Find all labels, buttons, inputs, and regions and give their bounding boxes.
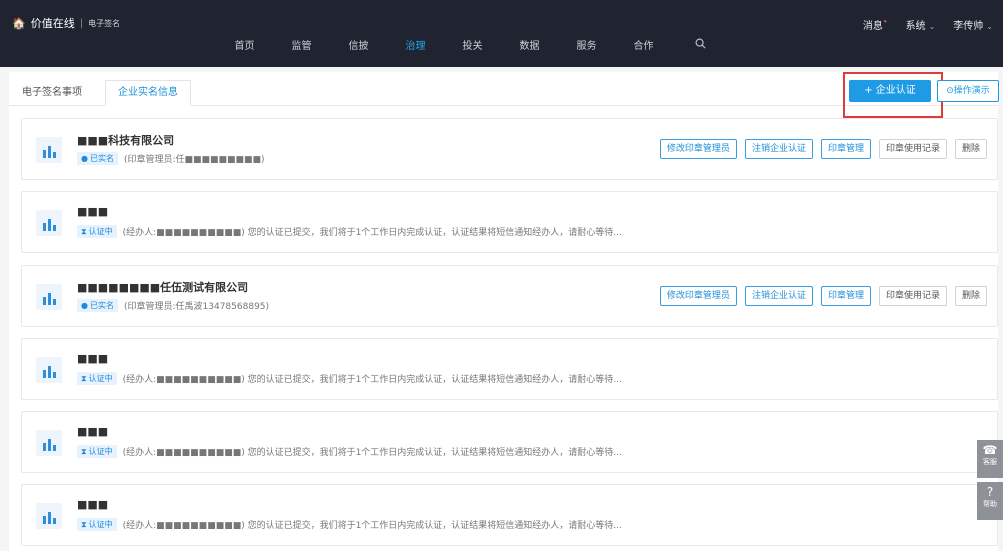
status-badge: ⧗ 认证中: [77, 225, 117, 238]
enterprise-card: ■■■ ⧗ 认证中 (经办人:■■■■■■■■■■) 您的认证已提交，我们将于1个工作…: [21, 191, 998, 253]
enterprise-name: ■■■: [77, 498, 109, 511]
enterprise-card: ■■■ ⧗ 认证中 (经办人:■■■■■■■■■■) 您的认证已提交，我们将于1个工作…: [21, 411, 998, 473]
system-menu[interactable]: 系统 ⌄: [906, 17, 936, 32]
chevron-down-icon: ⌄: [928, 22, 936, 31]
enterprise-detail: (经办人:■■■■■■■■■■) 您的认证已提交，我们将于1个工作日内完成认证，…: [122, 448, 622, 458]
enterprise-name: ■■■: [77, 352, 109, 365]
nav-governance[interactable]: 治理: [387, 33, 444, 61]
enterprise-name: ■■■科技有限公司: [77, 134, 175, 147]
hourglass-icon: ⧗: [81, 447, 87, 456]
seal-management-button[interactable]: 印章管理: [820, 139, 871, 159]
verified-icon: ●: [81, 301, 88, 310]
nav-disclosure[interactable]: 信披: [330, 33, 387, 61]
seal-usage-record-button[interactable]: 印章使用记录: [878, 139, 947, 159]
enterprise-meta: ● 已实名 (印章管理员:任■■■■■■■■■): [77, 152, 265, 165]
brand[interactable]: 🏠 价值在线 | 电子签名: [12, 15, 120, 31]
nav-service[interactable]: 服务: [558, 33, 615, 61]
nav-investor-relations[interactable]: 投关: [444, 33, 501, 61]
hourglass-icon: ⧗: [81, 227, 87, 236]
enterprise-detail: (经办人:■■■■■■■■■■) 您的认证已提交，我们将于1个工作日内完成认证，…: [122, 375, 622, 385]
top-navbar: 🏠 价值在线 | 电子签名 消息• 系统 ⌄ 李传帅 ⌄ 首页 监管 信披 治理 投…: [0, 0, 1003, 67]
status-label: 认证中: [88, 447, 113, 456]
building-icon: [36, 503, 62, 529]
status-label: 已实名: [89, 154, 114, 163]
status-label: 已实名: [89, 301, 114, 310]
operation-demo-button[interactable]: ⊙操作演示: [937, 80, 999, 102]
nav-data[interactable]: 数据: [501, 33, 558, 61]
main-panel: 电子签名事项 企业实名信息 + 企业认证 ⊙操作演示 ■■■科技有限公司 ● 已实名…: [9, 72, 999, 551]
hourglass-icon: ⧗: [81, 374, 87, 383]
seal-management-button[interactable]: 印章管理: [820, 286, 871, 306]
card-actions: 修改印章管理员 注销企业认证 印章管理 印章使用记录 删除: [659, 286, 987, 306]
enterprise-meta: ● 已实名 (印章管理员:任禹波13478568895): [77, 299, 269, 312]
status-badge: ● 已实名: [77, 152, 118, 165]
hourglass-icon: ⧗: [81, 520, 87, 529]
brand-separator: |: [79, 17, 84, 29]
status-badge: ⧗ 认证中: [77, 445, 117, 458]
enterprise-meta: ⧗ 认证中 (经办人:■■■■■■■■■■) 您的认证已提交，我们将于1个工作日内完…: [77, 372, 622, 385]
enterprise-detail: (印章管理员:任禹波13478568895): [123, 302, 270, 312]
verified-icon: ●: [81, 154, 88, 163]
building-icon: [36, 137, 62, 163]
status-badge: ⧗ 认证中: [77, 518, 117, 531]
delete-button[interactable]: 删除: [954, 286, 987, 306]
modify-seal-admin-button[interactable]: 修改印章管理员: [659, 286, 737, 306]
messages-menu[interactable]: 消息•: [863, 17, 888, 32]
enterprise-card: ■■■ ⧗ 认证中 (经办人:■■■■■■■■■■) 您的认证已提交，我们将于1个工作…: [21, 338, 998, 400]
delete-button[interactable]: 删除: [954, 139, 987, 159]
status-label: 认证中: [88, 227, 113, 236]
nav-cooperation[interactable]: 合作: [615, 33, 672, 61]
building-icon: [36, 357, 62, 383]
building-icon: [36, 210, 62, 236]
building-icon: [36, 430, 62, 456]
building-icon: [36, 284, 62, 310]
brand-name: 价值在线: [30, 17, 75, 30]
customer-service-icon: ☎: [982, 443, 998, 457]
enterprise-card: ■■■ ⧗ 认证中 (经办人:■■■■■■■■■■) 您的认证已提交，我们将于1个工作…: [21, 484, 998, 546]
tab-enterprise-realname[interactable]: 企业实名信息: [105, 80, 191, 106]
user-menu-bar: 消息• 系统 ⌄ 李传帅 ⌄: [863, 17, 993, 32]
modify-seal-admin-button[interactable]: 修改印章管理员: [659, 139, 737, 159]
enterprise-name: ■■■: [77, 425, 109, 438]
search-icon[interactable]: [672, 33, 729, 61]
chevron-down-icon: ⌄: [986, 22, 993, 31]
status-badge: ● 已实名: [77, 299, 118, 312]
user-menu[interactable]: 李传帅 ⌄: [953, 17, 993, 32]
tab-e-signature-items[interactable]: 电子签名事项: [9, 80, 95, 106]
main-nav: 首页 监管 信披 治理 投关 数据 服务 合作: [216, 33, 729, 61]
status-label: 认证中: [88, 374, 113, 383]
enterprise-meta: ⧗ 认证中 (经办人:■■■■■■■■■■) 您的认证已提交，我们将于1个工作日内完…: [77, 445, 622, 458]
nav-home[interactable]: 首页: [216, 33, 273, 61]
add-enterprise-auth-button[interactable]: + 企业认证: [849, 80, 931, 102]
unread-dot-icon: •: [882, 17, 888, 27]
enterprise-detail: (经办人:■■■■■■■■■■) 您的认证已提交，我们将于1个工作日内完成认证，…: [122, 228, 622, 238]
cancel-enterprise-auth-button[interactable]: 注销企业认证: [744, 139, 813, 159]
enterprise-detail: (经办人:■■■■■■■■■■) 您的认证已提交，我们将于1个工作日内完成认证，…: [122, 521, 622, 531]
enterprise-card: ■■■科技有限公司 ● 已实名 (印章管理员:任■■■■■■■■■) 修改印章管理员 注销…: [21, 118, 998, 180]
enterprise-meta: ⧗ 认证中 (经办人:■■■■■■■■■■) 您的认证已提交，我们将于1个工作日内完…: [77, 225, 622, 238]
cancel-enterprise-auth-button[interactable]: 注销企业认证: [744, 286, 813, 306]
help-button[interactable]: ? 帮助: [977, 482, 1003, 520]
enterprise-detail: (印章管理员:任■■■■■■■■■): [123, 155, 265, 165]
brand-subtitle: 电子签名: [88, 18, 121, 28]
status-badge: ⧗ 认证中: [77, 372, 117, 385]
enterprise-card: ■■■■■■■■任伍测试有限公司 ● 已实名 (印章管理员:任禹波1347856889…: [21, 265, 998, 327]
seal-usage-record-button[interactable]: 印章使用记录: [878, 286, 947, 306]
enterprise-name: ■■■■■■■■任伍测试有限公司: [77, 281, 249, 294]
card-actions: 修改印章管理员 注销企业认证 印章管理 印章使用记录 删除: [659, 139, 987, 159]
customer-service-button[interactable]: ☎ 客服: [977, 440, 1003, 478]
enterprise-name: ■■■: [77, 205, 109, 218]
home-icon: 🏠: [12, 16, 26, 30]
help-icon: ?: [986, 485, 994, 499]
enterprise-meta: ⧗ 认证中 (经办人:■■■■■■■■■■) 您的认证已提交，我们将于1个工作日内完…: [77, 518, 622, 531]
nav-supervision[interactable]: 监管: [273, 33, 330, 61]
status-label: 认证中: [88, 520, 113, 529]
